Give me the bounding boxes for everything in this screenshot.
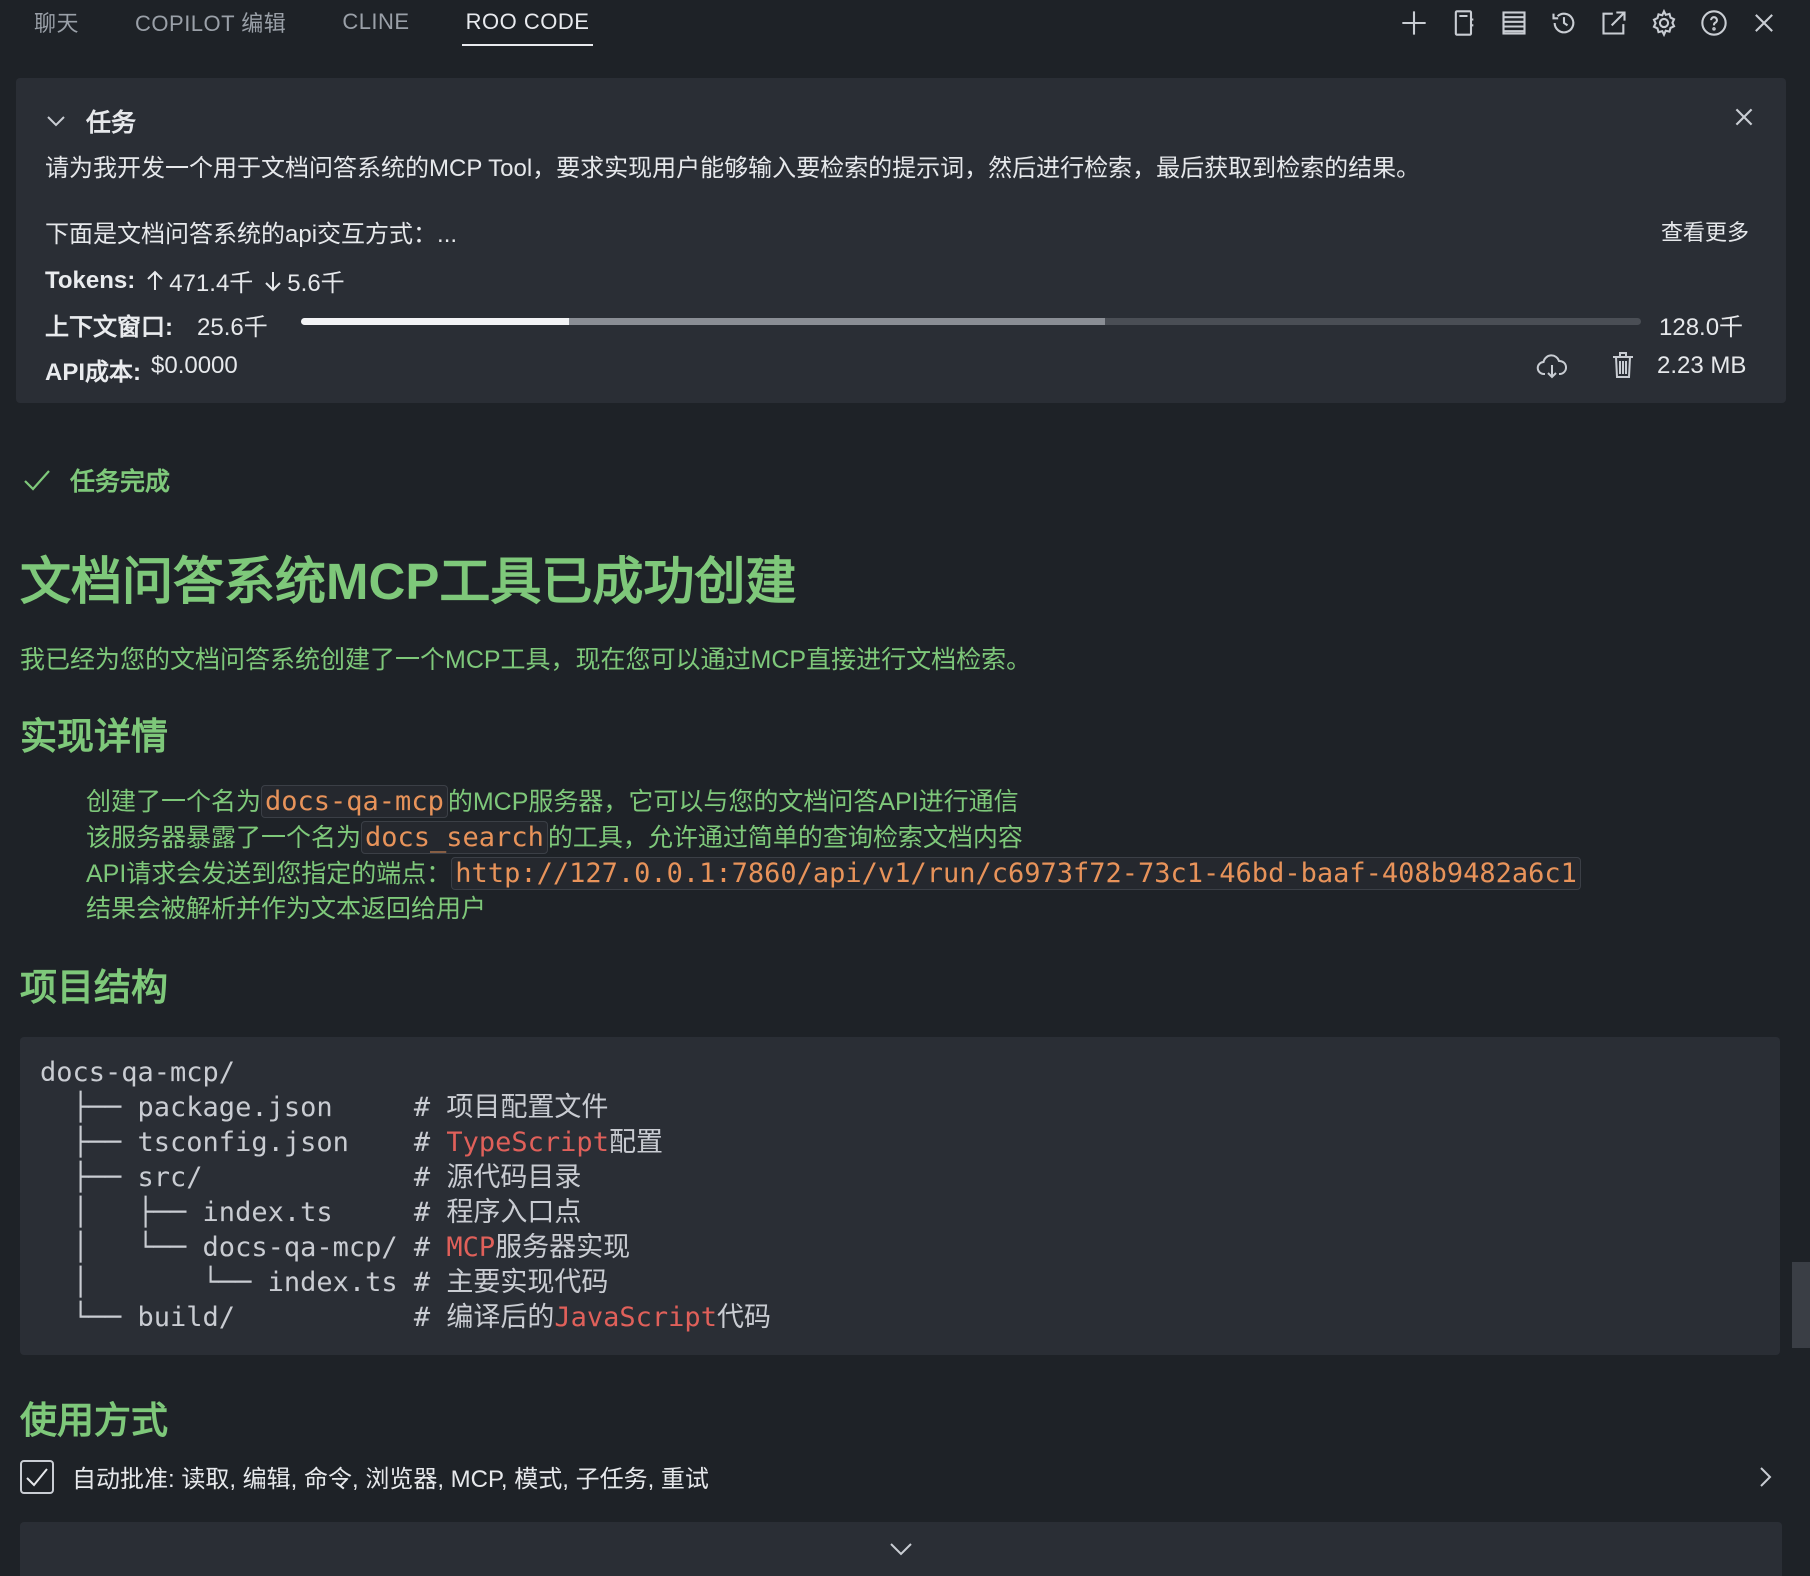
impl-text: API请求会发送到您指定的端点： — [86, 860, 452, 888]
section-structure-title: 项目结构 — [20, 967, 168, 1008]
tab-cline[interactable]: CLINE — [338, 0, 413, 46]
section-usage-title: 使用方式 — [20, 1400, 168, 1441]
context-window-row: 上下文窗口: 25.6千 — [45, 307, 268, 342]
section-implementation-title: 实现详情 — [20, 716, 168, 757]
auto-approve-label: 自动批准: 读取, 编辑, 命令, 浏览器, MCP, 模式, 子任务, 重试 — [72, 1466, 709, 1493]
auto-approve-checkbox[interactable] — [20, 1459, 54, 1494]
check-icon — [24, 470, 50, 491]
implementation-list: 创建了一个名为 docs-qa-mcp 的MCP服务器，它可以与您的文档问答API进… — [86, 784, 1581, 927]
completion-title: 文档问答系统MCP工具已成功创建 — [20, 553, 797, 610]
context-window-label: 上下文窗口: — [45, 314, 173, 341]
tab-copilot-edit[interactable]: COPILOT 编辑 — [131, 0, 290, 46]
open-external-icon[interactable] — [1600, 9, 1628, 37]
task-prompt: 请为我开发一个用于文档问答系统的MCP Tool，要求实现用户能够输入要检索的提… — [45, 155, 1421, 182]
list-item: 该服务器暴露了一个名为 docs_search 的工具，允许通过简单的查询检索文档内… — [86, 820, 1581, 856]
tab-list: 聊天 COPILOT 编辑 CLINE ROO CODE — [30, 0, 594, 46]
completion-intro: 我已经为您的文档问答系统创建了一个MCP工具，现在您可以通过MCP直接进行文档检… — [20, 646, 1032, 674]
context-used-fill — [301, 318, 569, 325]
tree-line: docs-qa-mcp/ — [40, 1057, 236, 1088]
api-cost-row: API成本: $0.0000 — [45, 352, 238, 387]
tree-line: │ ├── index.ts # 程序入口点 — [40, 1197, 582, 1228]
tab-roo-code[interactable]: ROO CODE — [461, 0, 594, 46]
impl-text: 该服务器暴露了一个名为 — [86, 824, 362, 852]
tokens-down-value: 5.6千 — [287, 270, 345, 297]
context-max-value: 128.0千 — [1659, 314, 1744, 341]
api-cost-value: $0.0000 — [151, 352, 238, 379]
scrollbar-thumb[interactable] — [1792, 1262, 1810, 1348]
tree-line: ├── src/ # 源代码目录 — [40, 1162, 582, 1193]
chevron-right-icon[interactable] — [1754, 1464, 1776, 1490]
tree-line: │ └── index.ts # 主要实现代码 — [40, 1267, 609, 1298]
context-used-value: 25.6千 — [197, 314, 268, 341]
cloud-download-icon[interactable] — [1536, 352, 1568, 382]
endpoint-url[interactable]: http://127.0.0.1:7860/api/v1/run/c6973f7… — [451, 857, 1581, 890]
tree-line: │ └── docs-qa-mcp/ # MCP服务器实现 — [40, 1232, 631, 1263]
chevron-down-icon[interactable] — [44, 109, 68, 133]
impl-text: 创建了一个名为 — [86, 788, 262, 816]
tokens-label: Tokens: — [45, 266, 136, 294]
list-item: 创建了一个名为 docs-qa-mcp 的MCP服务器，它可以与您的文档问答API进… — [86, 784, 1581, 820]
task-complete-label: 任务完成 — [70, 468, 171, 496]
chevron-down-icon — [890, 1543, 912, 1556]
arrow-up-icon — [147, 270, 163, 290]
notebook-icon[interactable] — [1450, 9, 1478, 37]
context-reserved-fill — [569, 318, 1105, 325]
task-header-label: 任务 — [86, 109, 137, 137]
trash-icon[interactable] — [1610, 350, 1636, 380]
gear-icon[interactable] — [1650, 9, 1678, 37]
see-more-link[interactable]: 查看更多 — [1661, 215, 1749, 247]
list-item: API请求会发送到您指定的端点： http://127.0.0.1:7860/ap… — [86, 856, 1581, 892]
auto-approve-row[interactable]: 自动批准: 读取, 编辑, 命令, 浏览器, MCP, 模式, 子任务, 重试 — [20, 1459, 709, 1494]
close-icon[interactable] — [1750, 9, 1778, 37]
toolbar — [1400, 9, 1778, 37]
storage-size-value: 2.23 MB — [1657, 352, 1747, 379]
server-icon[interactable] — [1500, 9, 1528, 37]
checkmark-icon — [26, 1467, 48, 1486]
tokens-up-value: 471.4千 — [169, 270, 254, 297]
inline-code: docs-qa-mcp — [261, 785, 448, 818]
list-item: 结果会被解析并作为文本返回给用户 — [86, 895, 487, 923]
arrow-down-icon — [265, 271, 282, 291]
plus-icon[interactable] — [1400, 9, 1428, 37]
api-cost-label: API成本: — [45, 359, 141, 386]
project-tree-code-block: docs-qa-mcp/ ├── package.json # 项目配置文件 ├… — [20, 1037, 1780, 1355]
tree-line: └── build/ # 编译后的JavaScript代码 — [40, 1302, 771, 1333]
close-task-icon[interactable] — [1731, 104, 1757, 130]
impl-text: 的工具，允许通过简单的查询检索文档内容 — [547, 824, 1023, 852]
tab-chat[interactable]: 聊天 — [30, 0, 83, 46]
tokens-row: Tokens: 471.4千 5.6千 — [45, 263, 345, 298]
tree-line: ├── package.json # 项目配置文件 — [40, 1092, 609, 1123]
task-prompt-more: 下面是文档问答系统的api交互方式：... — [45, 221, 458, 248]
inline-code: docs_search — [361, 821, 548, 854]
history-icon[interactable] — [1550, 9, 1578, 37]
task-header[interactable]: 任务 — [44, 103, 136, 139]
expand-bottom-panel[interactable] — [20, 1522, 1782, 1576]
help-icon[interactable] — [1700, 9, 1728, 37]
task-complete-row: 任务完成 — [22, 462, 170, 498]
context-progress-bar — [301, 318, 1641, 325]
top-bar: 聊天 COPILOT 编辑 CLINE ROO CODE — [0, 0, 1810, 46]
tree-line: ├── tsconfig.json # TypeScript配置 — [40, 1127, 663, 1158]
impl-text: 的MCP服务器，它可以与您的文档问答API进行通信 — [447, 788, 1019, 816]
